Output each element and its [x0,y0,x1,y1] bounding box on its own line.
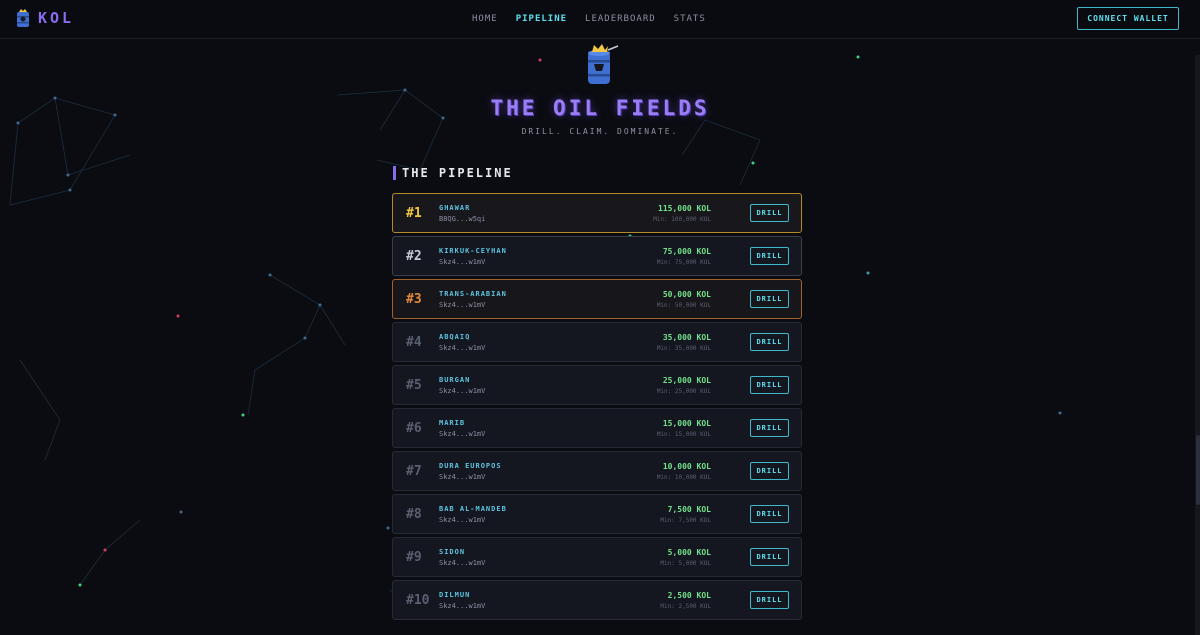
field-name: ABQAIQ [439,333,471,341]
min-amount: Min: 5,000 KOL [660,560,711,567]
pipeline-row[interactable]: #7 DURA EUROPOS Skz4...w1mV 10,000 KOL Min: … [392,451,802,491]
kol-amount: 2,500 KOL [667,591,711,600]
pipeline-row[interactable]: #10 DILMUN Skz4...w1mV 2,500 KOL Min: 2,500 … [392,580,802,620]
min-amount: Min: 35,000 KOL [656,345,711,352]
pipeline-row[interactable]: #6 MARIB Skz4...w1mV 15,000 KOL Min: 15,000 … [392,408,802,448]
pipeline-row[interactable]: #3 TRANS-ARABIAN Skz4...w1mV 50,000 KOL Min:… [392,279,802,319]
drill-button[interactable]: DRILL [750,204,789,222]
owner-address: Skz4...w1mV [439,301,486,309]
section-title: THE PIPELINE [393,166,513,180]
drill-button[interactable]: DRILL [750,462,789,480]
owner-address: Skz4...w1mV [439,258,486,266]
nav-link-pipeline[interactable]: PIPELINE [516,14,567,24]
min-amount: Min: 7,500 KOL [660,517,711,524]
section-heading: THE PIPELINE [402,166,513,180]
min-amount: Min: 25,000 KOL [656,388,711,395]
rank-label: #8 [406,507,422,522]
field-name: DILMUN [439,591,471,599]
rank-label: #6 [406,421,422,436]
kol-amount: 10,000 KOL [662,462,711,471]
rank-label: #7 [406,464,422,479]
hero-title: THE OIL FIELDS [490,96,710,120]
drill-button[interactable]: DRILL [750,591,789,609]
rank-label: #5 [406,378,422,393]
hero: THE OIL FIELDS DRILL. CLAIM. DOMINATE. [0,38,1200,136]
hero-subtitle: DRILL. CLAIM. DOMINATE. [521,127,679,136]
scrollbar[interactable] [1195,55,1200,635]
pipeline-row[interactable]: #5 BURGAN Skz4...w1mV 25,000 KOL Min: 25,000… [392,365,802,405]
owner-address: Skz4...w1mV [439,344,486,352]
rank-label: #10 [406,593,430,608]
field-name: TRANS-ARABIAN [439,290,507,298]
field-name: GHAWAR [439,204,471,212]
rank-label: #1 [406,206,422,221]
pipeline-row[interactable]: #8 BAB AL-MANDEB Skz4...w1mV 7,500 KOL Min: … [392,494,802,534]
scrollbar-thumb[interactable] [1196,435,1200,505]
drill-button[interactable]: DRILL [750,419,789,437]
kol-amount: 15,000 KOL [662,419,711,428]
kol-amount: 7,500 KOL [667,505,711,514]
connect-wallet-button[interactable]: CONNECT WALLET [1077,7,1179,30]
kol-amount: 115,000 KOL [658,204,711,213]
drill-button[interactable]: DRILL [750,505,789,523]
drill-button[interactable]: DRILL [750,548,789,566]
kol-amount: 50,000 KOL [662,290,711,299]
owner-address: Skz4...w1mV [439,473,486,481]
owner-address: Skz4...w1mV [439,559,486,567]
pipeline-row[interactable]: #1 GHAWAR B8QG...w5qi 115,000 KOL Min: 100,0… [392,193,802,233]
section-accent-bar [393,166,396,180]
oil-barrel-mascot-icon [588,44,619,84]
pipeline-row[interactable]: #9 SIDON Skz4...w1mV 5,000 KOL Min: 5,000 KO… [392,537,802,577]
pipeline-list: #1 GHAWAR B8QG...w5qi 115,000 KOL Min: 100,0… [392,193,802,623]
field-name: BAB AL-MANDEB [439,505,507,513]
field-name: DURA EUROPOS [439,462,502,470]
min-amount: Min: 10,000 KOL [656,474,711,481]
rank-label: #3 [406,292,422,307]
oil-barrel-icon [17,9,29,27]
owner-address: Skz4...w1mV [439,430,486,438]
drill-button[interactable]: DRILL [750,376,789,394]
top-nav: KOL HOME PIPELINE LEADERBOARD STATS CONN… [0,0,1200,39]
owner-address: B8QG...w5qi [439,215,486,223]
kol-amount: 75,000 KOL [662,247,711,256]
logo-text: KOL [38,9,75,27]
kol-amount: 25,000 KOL [662,376,711,385]
nav-link-home[interactable]: HOME [472,14,498,24]
owner-address: Skz4...w1mV [439,516,486,524]
owner-address: Skz4...w1mV [439,602,486,610]
min-amount: Min: 50,000 KOL [656,302,711,309]
owner-address: Skz4...w1mV [439,387,486,395]
logo[interactable]: KOL [14,8,74,28]
pipeline-row[interactable]: #4 ABQAIQ Skz4...w1mV 35,000 KOL Min: 35,000… [392,322,802,362]
drill-button[interactable]: DRILL [750,290,789,308]
min-amount: Min: 100,000 KOL [653,216,711,223]
rank-label: #4 [406,335,422,350]
rank-label: #9 [406,550,422,565]
nav-link-leaderboard[interactable]: LEADERBOARD [585,14,656,24]
drill-button[interactable]: DRILL [750,247,789,265]
pipeline-row[interactable]: #2 KIRKUK-CEYHAN Skz4...w1mV 75,000 KOL Min:… [392,236,802,276]
min-amount: Min: 15,000 KOL [656,431,711,438]
nav-links: HOME PIPELINE LEADERBOARD STATS [472,14,706,24]
drill-button[interactable]: DRILL [750,333,789,351]
kol-amount: 35,000 KOL [662,333,711,342]
nav-link-stats[interactable]: STATS [674,14,706,24]
field-name: BURGAN [439,376,471,384]
field-name: KIRKUK-CEYHAN [439,247,507,255]
field-name: MARIB [439,419,466,427]
min-amount: Min: 75,000 KOL [656,259,711,266]
kol-amount: 5,000 KOL [667,548,711,557]
rank-label: #2 [406,249,422,264]
field-name: SIDON [439,548,466,556]
min-amount: Min: 2,500 KOL [660,603,711,610]
